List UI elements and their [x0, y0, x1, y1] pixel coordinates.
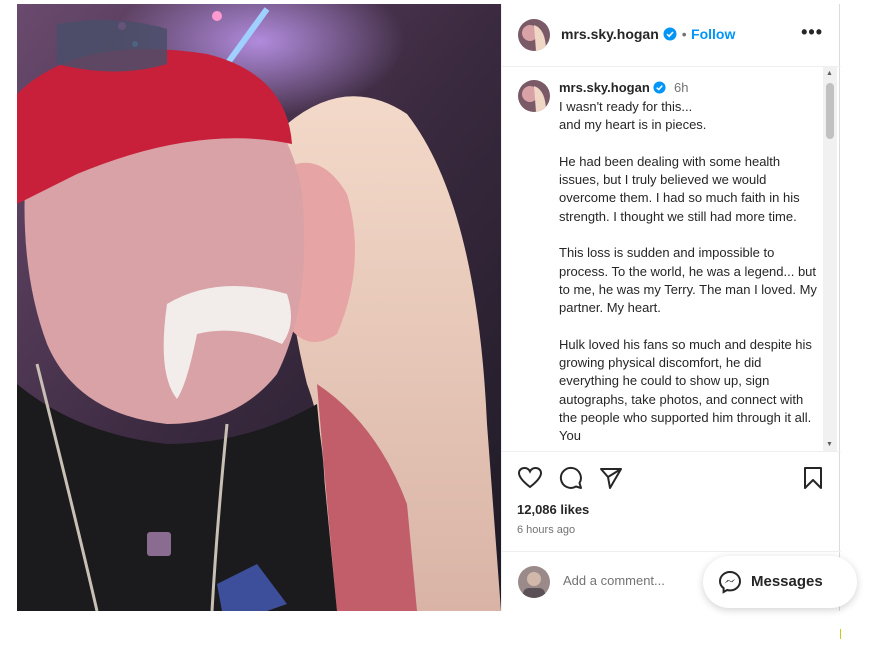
messages-button[interactable]: Messages [703, 556, 857, 608]
avatar[interactable] [518, 19, 550, 51]
separator-dot: • [681, 26, 687, 42]
bookmark-icon[interactable] [802, 466, 824, 495]
post-timestamp: 6 hours ago [517, 524, 576, 536]
share-icon[interactable] [599, 466, 623, 495]
username-link[interactable]: mrs.sky.hogan [561, 26, 659, 42]
header-user-line: mrs.sky.hogan • Follow [561, 26, 735, 46]
post-details-panel: mrs.sky.hogan • Follow ••• mrs.sky.hogan… [501, 4, 841, 611]
post-header: mrs.sky.hogan • Follow ••• [502, 4, 841, 67]
caption-age: 6h [674, 80, 689, 95]
messages-label: Messages [751, 573, 823, 590]
scrollbar-thumb[interactable] [826, 83, 834, 139]
caption-text: I wasn't ready for this... and my heart … [559, 99, 817, 444]
follow-button[interactable]: Follow [691, 26, 735, 42]
verified-badge-icon [653, 81, 666, 97]
commenter-avatar [518, 566, 550, 598]
comment-icon[interactable] [559, 466, 583, 495]
heart-icon[interactable] [517, 466, 543, 495]
more-options-icon[interactable]: ••• [801, 22, 823, 43]
likes-count[interactable]: 12,086 likes [517, 502, 589, 517]
verified-badge-icon [663, 27, 677, 46]
caption-username[interactable]: mrs.sky.hogan [559, 80, 650, 95]
comment-input[interactable]: Add a comment... [563, 573, 665, 588]
post-photo[interactable] [17, 4, 501, 611]
divider-mark [840, 629, 841, 639]
post-actions: 12,086 likes 6 hours ago [502, 451, 841, 552]
messenger-icon [718, 570, 742, 599]
caption-header: mrs.sky.hogan 6h [559, 80, 689, 97]
caption-scrollbar[interactable]: ▲ ▼ [823, 67, 837, 451]
caption-area: mrs.sky.hogan 6h I wasn't ready for this… [502, 67, 841, 451]
scroll-up-icon[interactable]: ▲ [826, 70, 833, 77]
scroll-down-icon[interactable]: ▼ [826, 441, 833, 448]
caption-avatar[interactable] [518, 80, 550, 112]
